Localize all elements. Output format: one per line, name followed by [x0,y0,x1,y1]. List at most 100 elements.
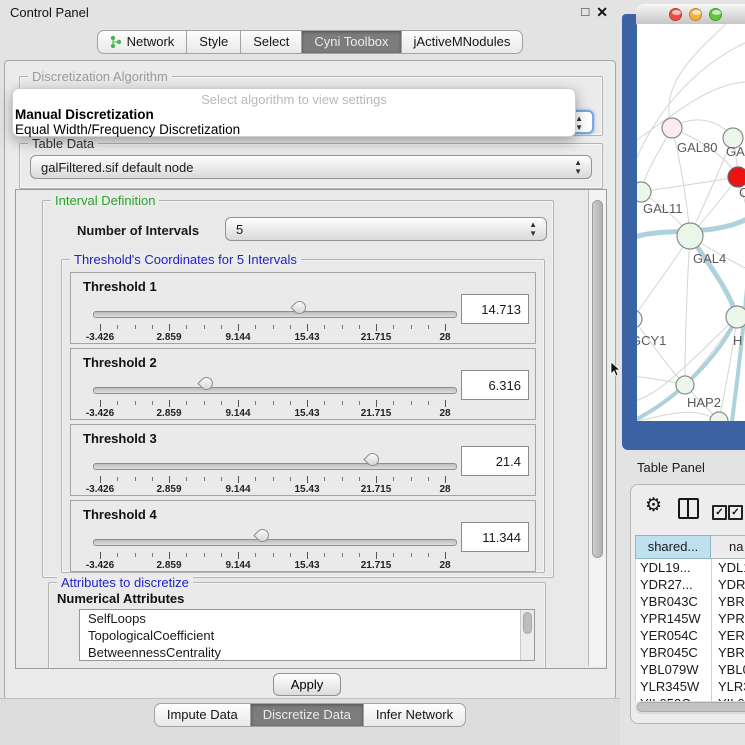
settings-gear-icon[interactable]: ⚙ [645,494,662,517]
tab-label: Select [253,31,289,53]
minimize-traffic-light-icon[interactable] [689,8,702,21]
table-row[interactable]: YBR045CYBR0 [636,644,745,661]
close-traffic-light-icon[interactable] [669,8,682,21]
column-header-shared-name[interactable]: shared... [635,535,711,559]
tab-jactivemnodules[interactable]: jActiveMNodules [402,30,524,54]
slider-track[interactable] [93,387,457,394]
tab-impute-data[interactable]: Impute Data [154,703,251,727]
columns-layout-icon[interactable] [678,498,699,519]
threshold-value-field[interactable]: 21.4 [461,446,529,476]
network-node-label: GAL4 [693,251,726,266]
slider-tick [376,476,377,483]
control-panel-titlebar: Control Panel □ ✕ [0,0,620,24]
table-row[interactable]: YLR345WYLR3 [636,678,745,695]
apply-button[interactable]: Apply [273,673,341,696]
attributes-group-label: Attributes to discretize [57,575,193,590]
slider-tick-label: 21.715 [352,332,400,343]
checkbox-icon[interactable]: ✓ [712,505,727,520]
slider-track[interactable] [93,539,457,546]
table-row[interactable]: YDR27...YDR2 [636,576,745,593]
threshold-value-field[interactable]: 11.344 [461,522,529,552]
network-node-gal11[interactable] [637,182,651,202]
network-canvas[interactable]: GAL80GACGAL11GAL4GCY1HHAP2 [637,24,745,421]
network-node-h[interactable] [726,306,745,328]
table-row[interactable]: YBR043CYBR0 [636,593,745,610]
attribute-list-item[interactable]: TopologicalCoefficient [80,627,534,644]
slider-tick [135,477,136,481]
cyni-toolbox-panel: Discretization Algorithm ▲▼ Table Data g… [4,60,616,700]
tab-infer-network[interactable]: Infer Network [364,703,466,727]
slider-tick-label: 2.859 [145,332,193,343]
tab-network[interactable]: Network [97,30,188,54]
threshold-coordinates-label: Threshold's Coordinates for 5 Intervals [70,252,301,267]
zoom-traffic-light-icon[interactable] [709,8,722,21]
slider-tick [117,401,118,405]
threshold-slider[interactable]: -3.4262.8599.14415.4321.71528 [71,501,471,573]
threshold-panel-2: Threshold 2-3.4262.8599.14415.4321.71528… [70,348,536,420]
slider-tick [204,401,205,405]
network-node-c[interactable] [728,167,745,187]
slider-tick [238,476,239,483]
slider-tick [255,477,256,481]
table-panel-title: Table Panel [637,460,705,475]
table-row[interactable]: YER054CYER0 [636,627,745,644]
table-row[interactable]: YDL19...YDL1 [636,559,745,576]
table-data-combobox[interactable]: galFiltered.sif default node ▲▼ [30,155,592,179]
slider-tick [273,401,274,405]
tab-style[interactable]: Style [187,30,241,54]
slider-tick [186,477,187,481]
network-node-gal80[interactable] [662,118,682,138]
slider-tick [238,400,239,407]
threshold-value-field[interactable]: 6.316 [461,370,529,400]
slider-tick [445,324,446,331]
slider-tick-label: 21.715 [352,560,400,571]
slider-tick [135,553,136,557]
slider-track[interactable] [93,463,457,470]
scrollbar-thumb[interactable] [637,702,745,712]
table-row[interactable]: YPR145WYPR1 [636,610,745,627]
settings-scrollbar[interactable] [588,190,606,666]
table-row[interactable]: YBL079WYBL0 [636,661,745,678]
tab-discretize-data[interactable]: Discretize Data [251,703,364,727]
cell-shared-name: YLR345W [636,678,712,695]
slider-tick [117,477,118,481]
table-horizontal-scrollbar[interactable] [635,701,745,714]
slider-tick-label: 28 [421,408,469,419]
slider-tick-label: 21.715 [352,408,400,419]
tab-cyni-toolbox[interactable]: Cyni Toolbox [302,30,401,54]
network-node-gcy1[interactable] [637,310,642,328]
close-window-icon[interactable]: ✕ [596,4,608,20]
dropdown-option[interactable]: Equal Width/Frequency Discretization [13,122,575,137]
slider-tick-label: 9.144 [214,408,262,419]
dropdown-option[interactable]: Manual Discretization [13,107,575,122]
slider-tick [324,477,325,481]
attribute-list-item[interactable]: SelfLoops [80,610,534,627]
num-intervals-combobox[interactable]: 5 ▲▼ [225,217,547,241]
slider-tick-label: 15.43 [283,408,331,419]
float-window-icon[interactable]: □ [581,4,589,20]
scrollbar-thumb[interactable] [523,612,532,634]
threshold-value-field[interactable]: 14.713 [461,294,529,324]
slider-tick [428,325,429,329]
numerical-attributes-list[interactable]: SelfLoopsTopologicalCoefficientBetweenne… [79,609,535,661]
tab-select[interactable]: Select [241,30,302,54]
slider-tick [290,325,291,329]
network-node[interactable] [710,412,728,421]
column-header-name[interactable]: na [711,535,745,559]
attribute-list-item[interactable]: BetweennessCentrality [80,644,534,661]
threshold-panel-3: Threshold 3-3.4262.8599.14415.4321.71528… [70,424,536,496]
cell-name: YDR2 [712,576,745,593]
slider-tick [342,401,343,405]
threshold-slider[interactable]: -3.4262.8599.14415.4321.71528 [71,273,471,345]
checkbox-icon[interactable]: ✓ [728,505,743,520]
attributes-list-scrollbar[interactable] [520,610,534,660]
scrollbar-thumb[interactable] [592,200,603,558]
threshold-slider[interactable]: -3.4262.8599.14415.4321.71528 [71,425,471,497]
network-node-label: GCY1 [637,333,666,348]
network-node-gal4[interactable] [677,223,703,249]
slider-track[interactable] [93,311,457,318]
threshold-slider[interactable]: -3.4262.8599.14415.4321.71528 [71,349,471,421]
network-node-hap2[interactable] [676,376,694,394]
slider-tick [204,553,205,557]
slider-tick [186,553,187,557]
